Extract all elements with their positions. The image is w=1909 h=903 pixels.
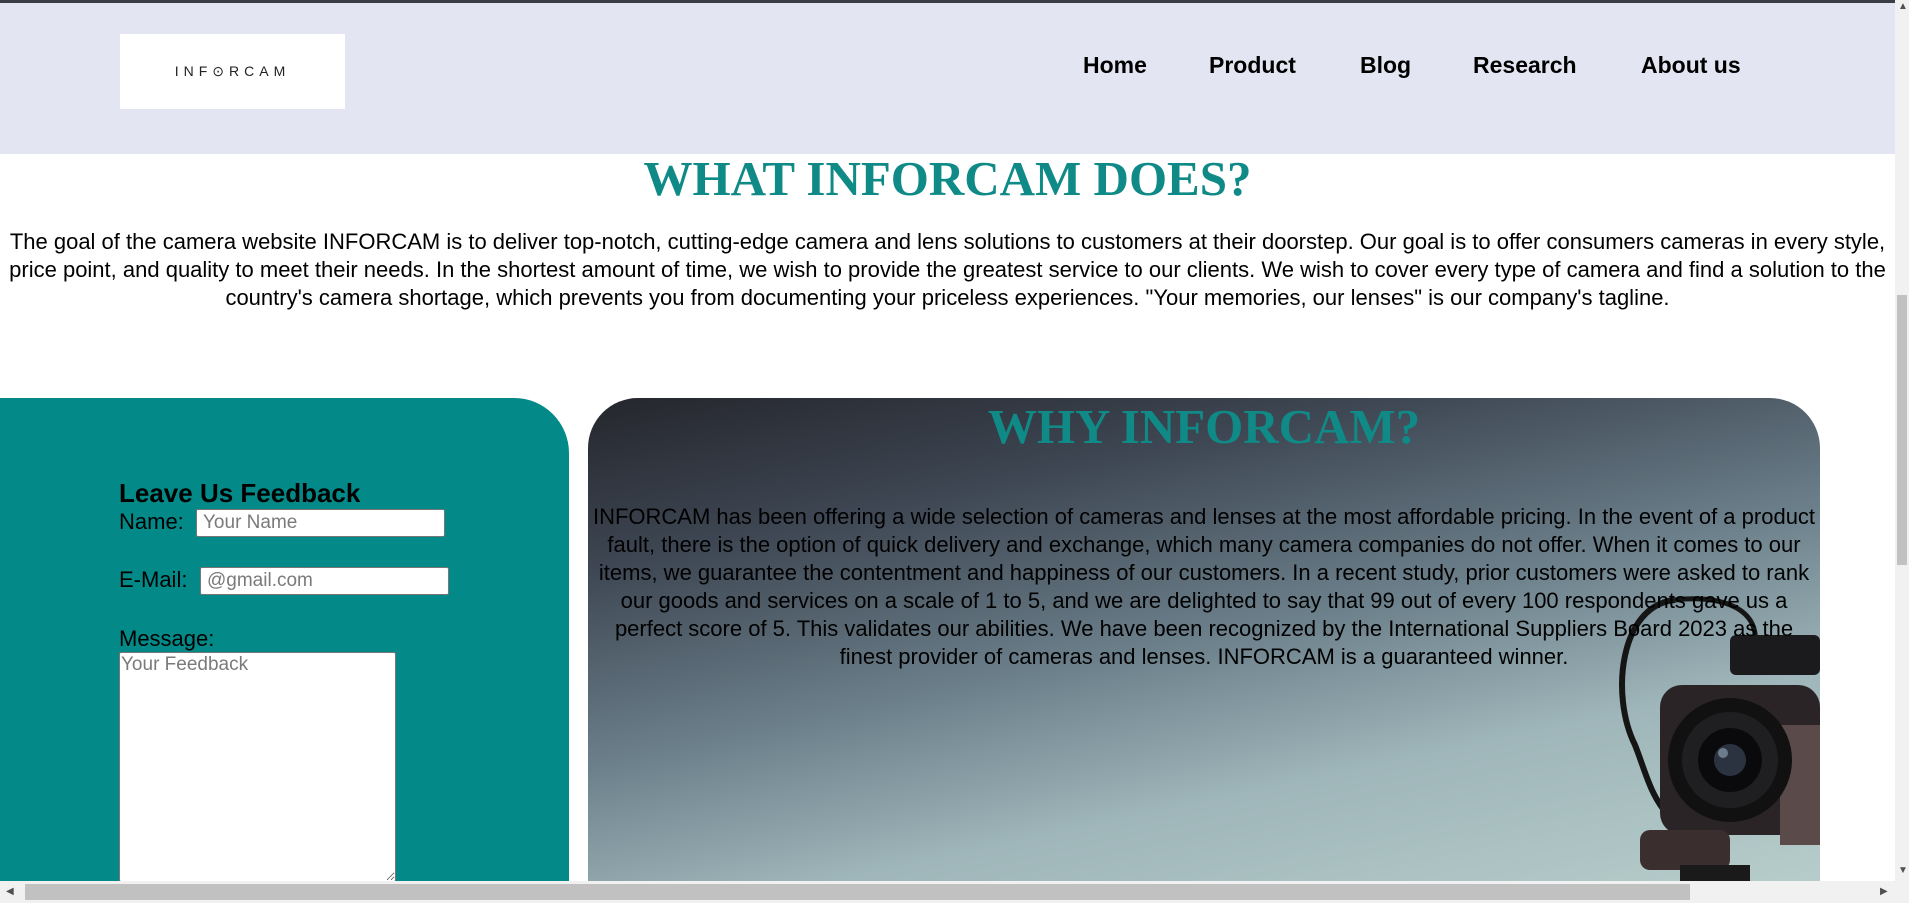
- feedback-title: Leave Us Feedback: [119, 478, 361, 508]
- scroll-arrow-left-icon[interactable]: ◀: [6, 887, 14, 897]
- nav-home[interactable]: Home: [1083, 52, 1147, 79]
- horizontal-scrollbar-thumb[interactable]: [25, 884, 1690, 900]
- nav-about-us[interactable]: About us: [1641, 52, 1741, 79]
- site-header: INF⊙RCAM: [0, 3, 1895, 154]
- message-label: Message:: [119, 626, 215, 651]
- name-input[interactable]: [196, 509, 445, 537]
- name-label: Name:: [119, 509, 184, 534]
- vertical-scrollbar-thumb[interactable]: [1897, 295, 1907, 565]
- logo[interactable]: INF⊙RCAM: [120, 34, 345, 109]
- scroll-arrow-up-icon[interactable]: ▲: [1898, 2, 1908, 12]
- why-section-text: INFORCAM has been offering a wide select…: [592, 504, 1816, 669]
- email-label: E-Mail:: [119, 567, 188, 592]
- message-textarea[interactable]: [119, 652, 396, 882]
- what-section-title: WHAT INFORCAM DOES?: [643, 151, 1252, 206]
- email-input[interactable]: [200, 567, 449, 595]
- nav-product[interactable]: Product: [1209, 52, 1296, 79]
- why-section-title: WHY INFORCAM?: [987, 399, 1421, 454]
- nav-research[interactable]: Research: [1473, 52, 1577, 79]
- nav-blog[interactable]: Blog: [1360, 52, 1411, 79]
- scroll-arrow-right-icon[interactable]: ▶: [1880, 887, 1888, 897]
- logo-text: INF⊙RCAM: [174, 63, 291, 79]
- what-section-text: The goal of the camera website INFORCAM …: [9, 229, 1886, 310]
- scroll-arrow-down-icon[interactable]: ▼: [1898, 866, 1908, 876]
